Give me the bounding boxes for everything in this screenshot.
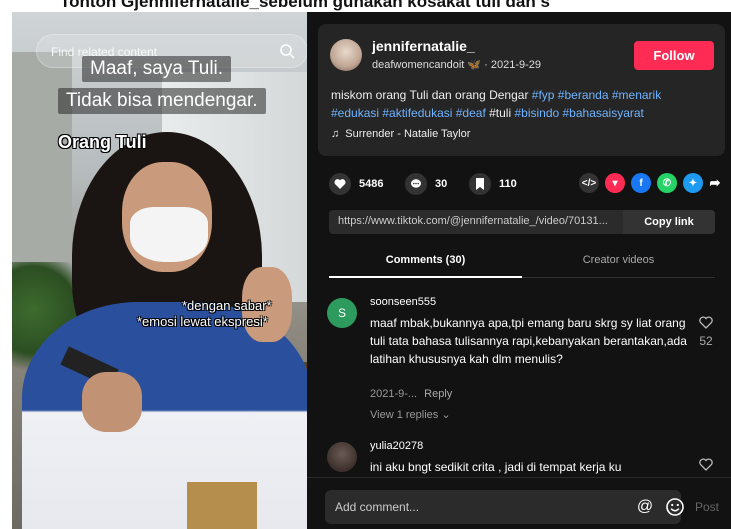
comment-action[interactable]: 30 bbox=[405, 173, 447, 195]
avatar[interactable] bbox=[330, 39, 362, 71]
comment-username[interactable]: yulia20278 bbox=[370, 440, 423, 452]
heart-icon[interactable] bbox=[329, 173, 351, 195]
share-link-box: https://www.tiktok.com/@jennifernatalie_… bbox=[329, 210, 715, 234]
post-button[interactable]: Post bbox=[695, 500, 719, 514]
person-hand-left bbox=[82, 372, 142, 432]
heart-outline-icon[interactable] bbox=[699, 316, 713, 329]
music-note-icon: ♫ bbox=[331, 128, 340, 140]
music-link[interactable]: ♫ Surrender - Natalie Taylor bbox=[331, 128, 470, 140]
top-strip-text: Tonton Gjennifernatalie_sebelum gunakan … bbox=[60, 0, 550, 11]
copy-link-button[interactable]: Copy link bbox=[623, 210, 715, 234]
description-text: miskom orang Tuli dan orang Dengar bbox=[331, 88, 532, 102]
comment-meta: 2021-9-... Reply bbox=[370, 388, 452, 400]
details-panel: jennifernatalie_ deafwomencandoit 🦋 · 20… bbox=[307, 12, 731, 529]
comment-like[interactable] bbox=[695, 458, 717, 476]
comment-input-placeholder: Add comment... bbox=[335, 500, 420, 514]
comment-text: maaf mbak,bukannya apa,tpi emang baru sk… bbox=[370, 316, 687, 366]
follow-button[interactable]: Follow bbox=[634, 41, 714, 70]
comment-date: 2021-9-... bbox=[370, 388, 418, 400]
save-count: 110 bbox=[499, 178, 517, 190]
save-action[interactable]: 110 bbox=[469, 173, 517, 195]
reply-button[interactable]: Reply bbox=[424, 388, 452, 400]
face-mask bbox=[130, 207, 208, 262]
video-player[interactable]: Find related content Maaf, saya Tuli. Ti… bbox=[12, 12, 307, 529]
comment-count: 30 bbox=[435, 178, 448, 190]
video-caption-line2: Tidak bisa mendengar. bbox=[58, 88, 266, 114]
facebook-icon[interactable]: f bbox=[631, 173, 651, 193]
music-title: Surrender - Natalie Taylor bbox=[345, 128, 471, 140]
tab-creator-videos[interactable]: Creator videos bbox=[522, 254, 715, 266]
background-floor bbox=[187, 482, 257, 529]
comment-input[interactable]: Add comment... @ bbox=[325, 490, 684, 524]
comment-icon[interactable] bbox=[405, 173, 427, 195]
hashtags-line2[interactable]: #edukasi #aktifedukasi #deaf bbox=[331, 106, 486, 120]
like-action[interactable]: 5486 bbox=[329, 173, 383, 195]
comment-composer: Add comment... @ Post bbox=[307, 477, 731, 529]
mention-icon[interactable]: @ bbox=[635, 497, 655, 517]
comment-avatar[interactable]: S bbox=[327, 298, 357, 328]
share-link-url[interactable]: https://www.tiktok.com/@jennifernatalie_… bbox=[338, 215, 610, 227]
search-icon[interactable] bbox=[279, 43, 295, 59]
share-arrow-icon[interactable]: ➦ bbox=[705, 173, 725, 193]
video-caption-sabar: *dengan sabar* bbox=[182, 298, 272, 313]
comment-like[interactable]: 52 bbox=[695, 316, 717, 348]
video-caption-orang-tuli: Orang Tuli bbox=[58, 132, 147, 152]
post-description: miskom orang Tuli dan orang Dengar #fyp … bbox=[331, 86, 721, 122]
video-caption-line1: Maaf, saya Tuli. bbox=[82, 56, 232, 82]
hashtag-plain: #tuli bbox=[485, 106, 515, 120]
top-strip: Tonton Gjennifernatalie_sebelum gunakan … bbox=[0, 0, 731, 12]
embed-icon[interactable]: </> bbox=[579, 173, 599, 193]
view-replies-button[interactable]: View 1 replies ⌄ bbox=[370, 408, 451, 421]
comment-item: S soonseen555 maaf mbak,bukannya apa,tpi… bbox=[327, 296, 717, 426]
emoji-icon[interactable] bbox=[665, 497, 685, 517]
like-count: 5486 bbox=[359, 178, 384, 190]
author-username[interactable]: jennifernatalie_ bbox=[372, 38, 475, 54]
author-subtitle: deafwomencandoit 🦋 · 2021-9-29 bbox=[372, 59, 542, 71]
tab-active-indicator bbox=[329, 276, 522, 278]
video-caption-emosi: *emosi lewat ekspresi* bbox=[137, 314, 268, 329]
comment-username[interactable]: soonseen555 bbox=[370, 296, 436, 308]
send-icon[interactable]: ▾ bbox=[605, 173, 625, 193]
bookmark-icon[interactable] bbox=[469, 173, 491, 195]
hashtags-line3[interactable]: #bisindo #bahasaisyarat bbox=[514, 106, 643, 120]
comment-avatar[interactable] bbox=[327, 442, 357, 472]
whatsapp-icon[interactable]: ✆ bbox=[657, 173, 677, 193]
heart-outline-icon[interactable] bbox=[699, 458, 713, 471]
hashtags-line1[interactable]: #fyp #beranda #menarik bbox=[532, 88, 661, 102]
comment-item: yulia20278 ini aku bngt sedikit crita , … bbox=[327, 440, 717, 476]
comment-text: ini aku bngt sedikit crita , jadi di tem… bbox=[370, 460, 622, 474]
comment-like-count: 52 bbox=[699, 334, 713, 348]
tab-bar: Comments (30) Creator videos bbox=[329, 244, 715, 278]
tab-comments[interactable]: Comments (30) bbox=[329, 254, 522, 266]
post-info-card: jennifernatalie_ deafwomencandoit 🦋 · 20… bbox=[318, 24, 725, 156]
twitter-icon[interactable]: ✦ bbox=[683, 173, 703, 193]
action-bar: 5486 30 110 </> ▾ f ✆ ✦ ➦ bbox=[329, 173, 720, 195]
